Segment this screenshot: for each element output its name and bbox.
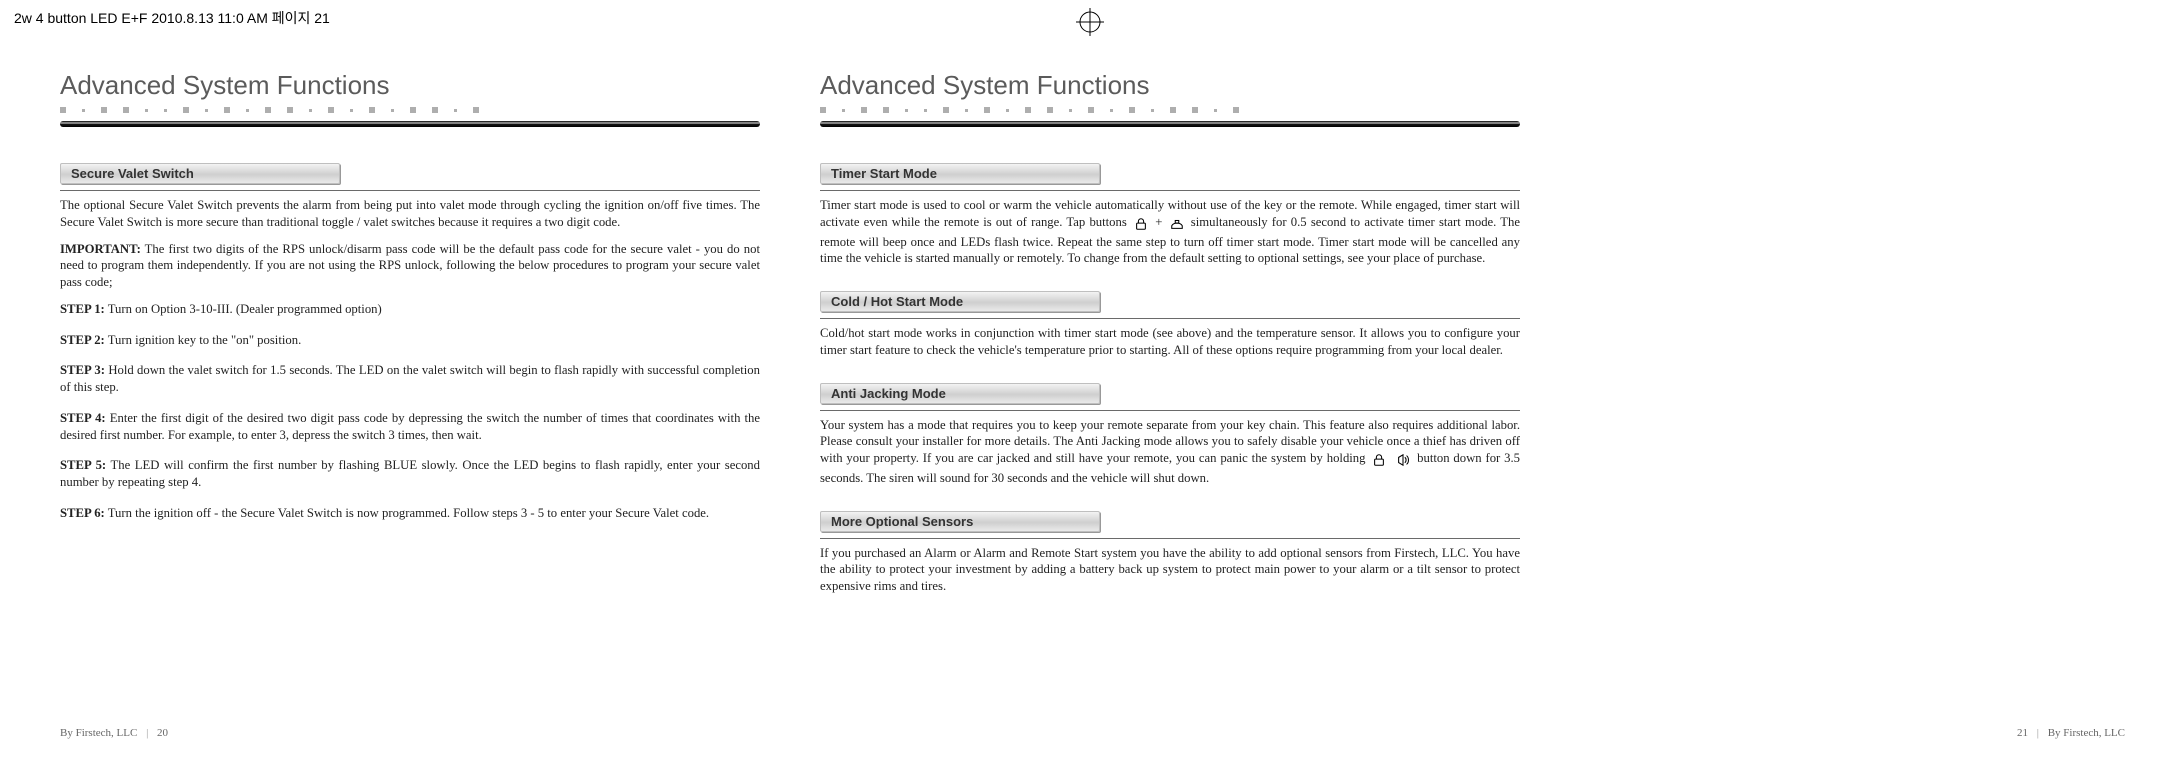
step-text: Turn the ignition off - the Secure Valet…	[105, 506, 709, 520]
subhead-more-sensors: More Optional Sensors	[820, 511, 1100, 532]
step-5: STEP 5: The LED will confirm the first n…	[60, 457, 760, 491]
rule	[820, 318, 1520, 319]
step-text: Enter the first digit of the desired two…	[60, 411, 760, 442]
lock-icon	[1133, 217, 1149, 234]
rule	[820, 538, 1520, 539]
anti-jacking-body: Your system has a mode that requires you…	[820, 417, 1520, 487]
timer-start-body: Timer start mode is used to cool or warm…	[820, 197, 1520, 267]
subhead-cold-hot: Cold / Hot Start Mode	[820, 291, 1100, 312]
page-title: Advanced System Functions	[820, 70, 1520, 101]
footer-left: By Firstech, LLC | 20	[60, 727, 168, 739]
step-2: STEP 2: Turn ignition key to the "on" po…	[60, 332, 760, 349]
important-paragraph: IMPORTANT: The first two digits of the R…	[60, 241, 760, 291]
plus-text: +	[1155, 215, 1162, 229]
footer-page-number: 21	[2017, 727, 2028, 739]
registration-mark-icon	[1076, 8, 1104, 36]
footer-right: 21 | By Firstech, LLC	[2017, 727, 2125, 739]
step-text: Turn on Option 3-10-III. (Dealer program…	[105, 302, 382, 316]
rule	[820, 410, 1520, 411]
footer-by: By Firstech, LLC	[2048, 727, 2125, 739]
subhead-anti-jacking: Anti Jacking Mode	[820, 383, 1100, 404]
title-rule	[820, 105, 1520, 127]
trunk-icon	[1169, 217, 1185, 234]
page-left: Advanced System Functions Secure Valet S…	[60, 70, 760, 536]
footer-sep: |	[146, 727, 148, 739]
subhead-secure-valet: Secure Valet Switch	[60, 163, 340, 184]
step-4: STEP 4: Enter the first digit of the des…	[60, 410, 760, 444]
step-text: The LED will confirm the first number by…	[60, 458, 760, 489]
cold-hot-body: Cold/hot start mode works in conjunction…	[820, 325, 1520, 359]
body-text: Your system has a mode that requires you…	[820, 418, 1520, 466]
important-text: The first two digits of the RPS unlock/d…	[60, 242, 760, 290]
important-label: IMPORTANT:	[60, 242, 141, 256]
rule	[60, 190, 760, 191]
step-label: STEP 6:	[60, 506, 105, 520]
step-label: STEP 4:	[60, 411, 106, 425]
step-text: Turn ignition key to the "on" position.	[105, 333, 301, 347]
lock-icon	[1371, 453, 1387, 470]
step-1: STEP 1: Turn on Option 3-10-III. (Dealer…	[60, 301, 760, 318]
intro-paragraph: The optional Secure Valet Switch prevent…	[60, 197, 760, 231]
step-label: STEP 3:	[60, 363, 105, 377]
step-3: STEP 3: Hold down the valet switch for 1…	[60, 362, 760, 396]
step-text: Hold down the valet switch for 1.5 secon…	[60, 363, 760, 394]
title-rule	[60, 105, 760, 127]
step-label: STEP 1:	[60, 302, 105, 316]
print-header: 2w 4 button LED E+F 2010.8.13 11:0 AM 페이…	[14, 8, 330, 28]
step-label: STEP 2:	[60, 333, 105, 347]
footer-sep: |	[2037, 727, 2039, 739]
footer-page-number: 20	[157, 727, 168, 739]
siren-icon	[1395, 453, 1411, 470]
step-label: STEP 5:	[60, 458, 106, 472]
subhead-timer-start: Timer Start Mode	[820, 163, 1100, 184]
more-sensors-body: If you purchased an Alarm or Alarm and R…	[820, 545, 1520, 595]
step-6: STEP 6: Turn the ignition off - the Secu…	[60, 505, 760, 522]
page-title: Advanced System Functions	[60, 70, 760, 101]
footer-by: By Firstech, LLC	[60, 727, 137, 739]
rule	[820, 190, 1520, 191]
page-right: Advanced System Functions Timer Start Mo…	[820, 70, 1520, 605]
